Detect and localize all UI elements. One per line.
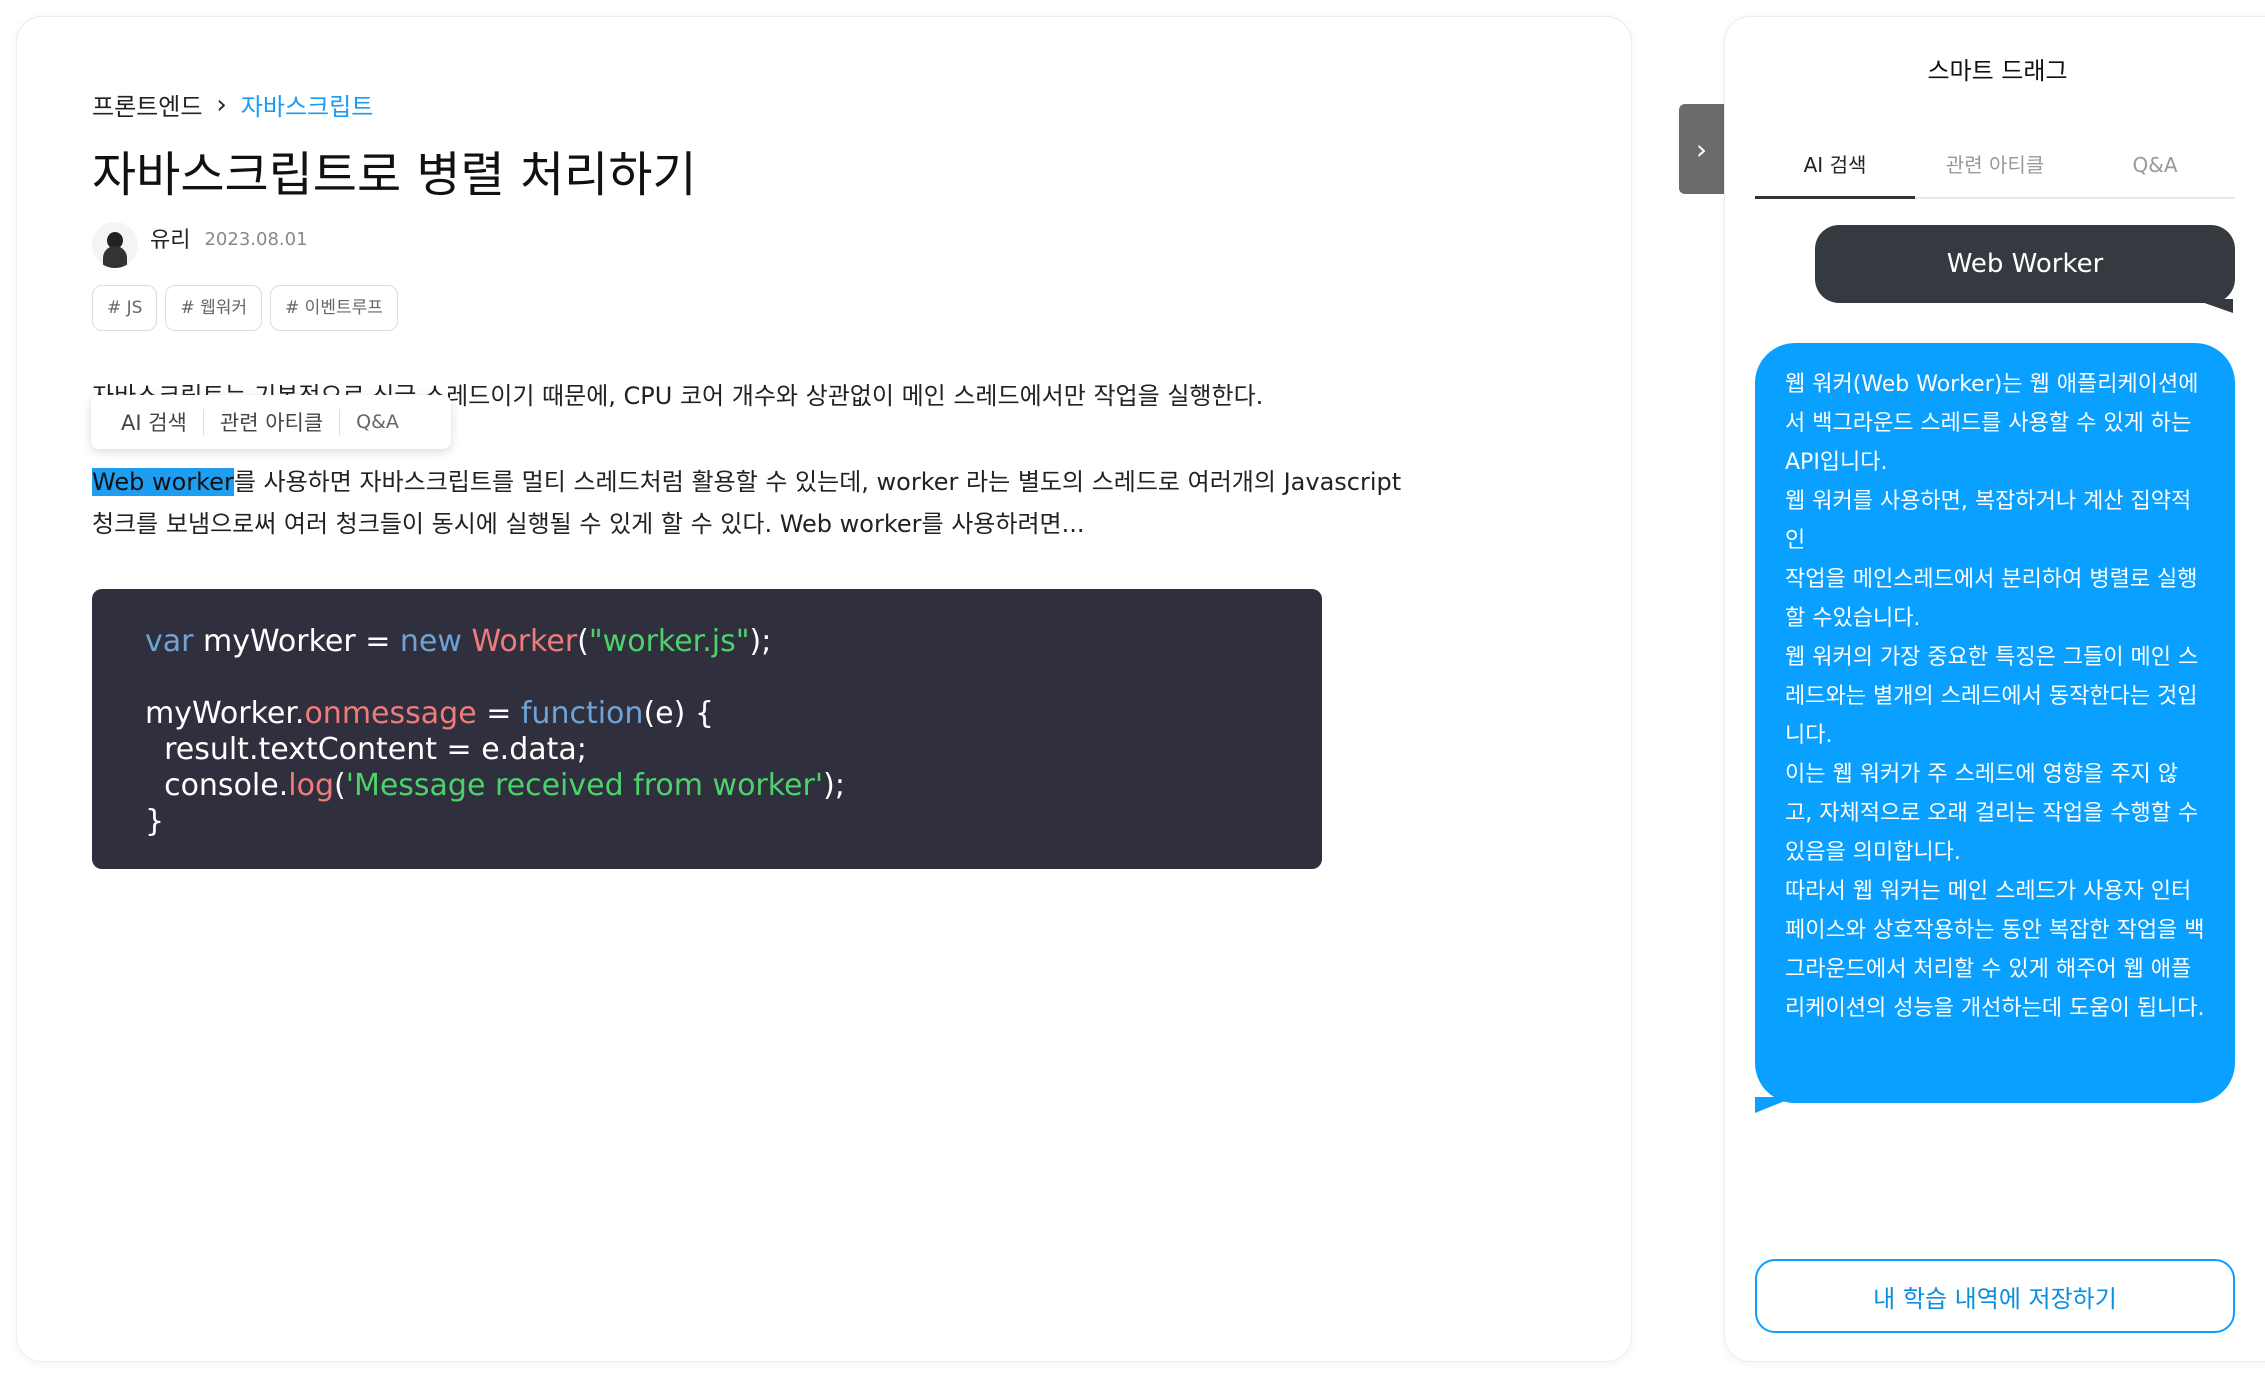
avatar[interactable] (92, 222, 138, 268)
author-info: 유리 2023.08.01 (92, 222, 308, 268)
popup-qa-button[interactable]: Q&A (340, 411, 415, 433)
selected-text[interactable]: Web worker (92, 468, 234, 496)
breadcrumb-parent[interactable]: 프론트엔드 (92, 87, 202, 122)
smart-drag-sidebar: 스마트 드래그 AI 검색 관련 아티클 Q&A Web Worker 웹 워커… (1724, 16, 2265, 1362)
code-line: myWorker.onmessage = function(e) { (145, 696, 714, 731)
sidebar-tabs: AI 검색 관련 아티클 Q&A (1755, 135, 2235, 199)
tab-related-articles[interactable]: 관련 아티클 (1915, 135, 2075, 197)
breadcrumb: 프론트엔드 › 자바스크립트 (92, 87, 373, 122)
answer-text: 이는 웹 워커가 주 스레드에 영향을 주지 않고, 자체적으로 오래 걸리는 … (1785, 762, 2199, 865)
page-title: 자바스크립트로 병렬 처리하기 (92, 147, 697, 203)
code-line: var myWorker = new Worker("worker.js"); (145, 624, 772, 659)
code-line: console.log('Message received from worke… (145, 768, 845, 803)
code-line: } (145, 804, 165, 839)
tab-qa[interactable]: Q&A (2075, 135, 2235, 197)
post-date: 2023.08.01 (204, 228, 308, 250)
tag-webworker[interactable]: # 웹워커 (165, 285, 263, 331)
paragraph-webworker: Web worker를 사용하면 자바스크립트를 멀티 스레드처럼 활용할 수 … (92, 461, 1412, 545)
breadcrumb-current[interactable]: 자바스크립트 (241, 87, 373, 122)
chevron-right-icon: › (216, 89, 227, 120)
popup-ai-search-button[interactable]: AI 검색 (105, 407, 203, 437)
answer-bubble-tail (1755, 1097, 1795, 1113)
article-card: 프론트엔드 › 자바스크립트 자바스크립트로 병렬 처리하기 유리 2023.0… (16, 16, 1632, 1362)
popup-related-button[interactable]: 관련 아티클 (204, 407, 339, 437)
save-to-history-button[interactable]: 내 학습 내역에 저장하기 (1755, 1259, 2235, 1333)
answer-text: 웹 워커(Web Worker)는 웹 애플리케이션에서 백그라운드 스레드를 … (1785, 372, 2199, 475)
answer-text: 웹 워커의 가장 중요한 특징은 그들이 메인 스레드와는 별개의 스레드에서 … (1785, 645, 2199, 748)
answer-bubble: 웹 워커(Web Worker)는 웹 애플리케이션에서 백그라운드 스레드를 … (1755, 343, 2235, 1103)
chevron-right-icon: › (1695, 132, 1708, 166)
tag-list: # JS # 웹워커 # 이벤트루프 (92, 285, 398, 331)
answer-text: 따라서 웹 워커는 메인 스레드가 사용자 인터페이스와 상호작용하는 동안 복… (1785, 879, 2205, 1021)
question-bubble: Web Worker (1815, 225, 2235, 303)
tab-ai-search[interactable]: AI 검색 (1755, 135, 1915, 199)
answer-text: 작업을 메인스레드에서 분리하여 병렬로 실행할 수있습니다. (1785, 567, 2198, 631)
paragraph-text: 를 사용하면 자바스크립트를 멀티 스레드처럼 활용할 수 있는데, worke… (92, 468, 1402, 538)
answer-text: 웹 워커를 사용하면, 복잡하거나 계산 집약적인 (1785, 489, 2192, 553)
question-bubble-tail (2193, 299, 2233, 313)
sidebar-title: 스마트 드래그 (1927, 57, 2068, 85)
code-block: var myWorker = new Worker("worker.js"); … (92, 589, 1322, 869)
code-line: result.textContent = e.data; (145, 732, 587, 767)
tag-eventloop[interactable]: # 이벤트루프 (270, 285, 398, 331)
selection-popup: AI 검색 관련 아티클 Q&A (91, 395, 451, 449)
author-name[interactable]: 유리 (150, 222, 190, 254)
sidebar-toggle-button[interactable]: › (1679, 104, 1724, 194)
tag-js[interactable]: # JS (92, 285, 158, 331)
